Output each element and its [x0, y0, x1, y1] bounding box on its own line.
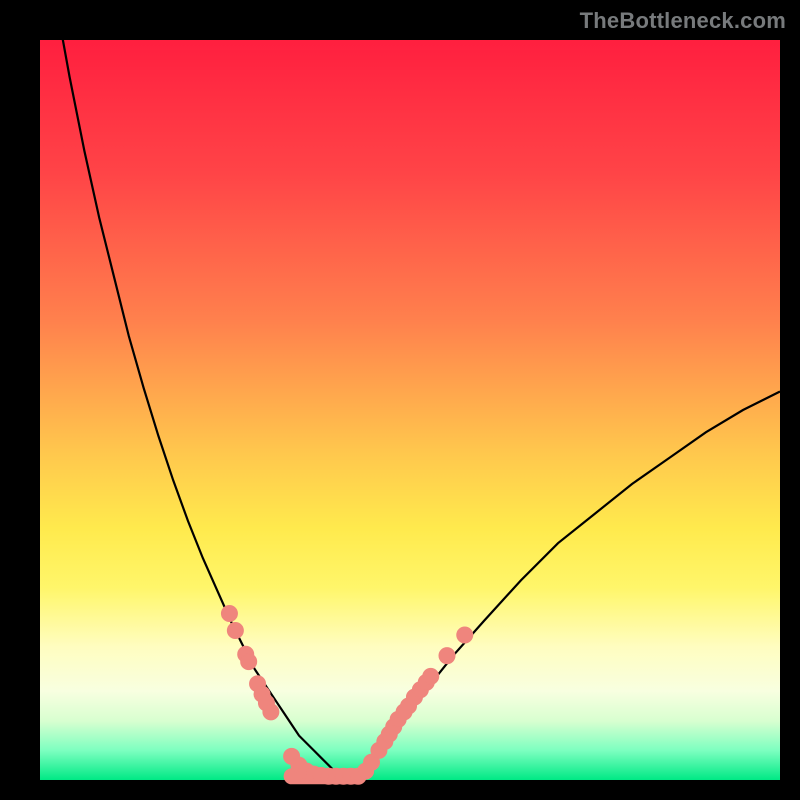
branding-watermark: TheBottleneck.com — [580, 8, 786, 34]
curve-marker — [439, 648, 455, 664]
curve-marker — [457, 627, 473, 643]
bottleneck-curve — [40, 0, 780, 776]
curve-marker — [221, 606, 237, 622]
curve-marker — [263, 704, 279, 720]
bottleneck-plot — [40, 40, 780, 780]
curve-layer — [40, 40, 780, 780]
curve-marker — [241, 654, 257, 670]
curve-marker — [227, 623, 243, 639]
chart-stage: TheBottleneck.com — [0, 0, 800, 800]
curve-marker — [423, 668, 439, 684]
curve-markers — [221, 606, 472, 785]
